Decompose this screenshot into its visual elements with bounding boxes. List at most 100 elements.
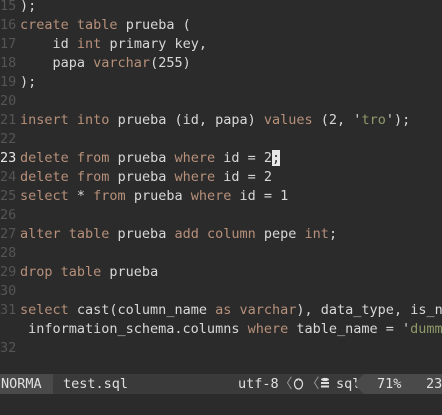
code-token: table (68, 226, 110, 242)
code-token: ), data_type, is_nullable (296, 302, 442, 318)
cursor-line: 23 (426, 376, 442, 392)
code-text: create table prueba ( (20, 17, 191, 33)
line-number: 17 (0, 36, 17, 52)
code-token: pepe (255, 226, 305, 242)
line-number: 22 (0, 131, 17, 147)
code-token: as (215, 302, 232, 318)
code-token: papa (20, 55, 94, 71)
code-line[interactable]: 31 select cast(column_name as varchar), d… (0, 301, 442, 320)
code-token: prueba (109, 169, 175, 185)
code-token: prueba (125, 188, 191, 204)
code-text: drop table prueba (20, 264, 158, 280)
code-token: select (20, 188, 69, 204)
code-line[interactable]: 29 drop table prueba (0, 263, 442, 282)
code-token: where (174, 150, 216, 166)
code-token: ); (20, 0, 37, 14)
line-number: 26 (0, 207, 17, 223)
code-token: where (174, 169, 216, 185)
code-token: int (76, 36, 102, 52)
code-line[interactable]: 28 (0, 244, 442, 263)
code-line[interactable]: 15); (0, 0, 442, 16)
code-text: delete from prueba where id = 2; (20, 150, 281, 166)
file-name: test.sql (63, 376, 129, 392)
code-line[interactable]: 27 alter table prueba add column pepe int… (0, 225, 442, 244)
code-token: ; (328, 226, 338, 242)
code-line[interactable]: 26 (0, 206, 442, 225)
separator-chevron-2: 〈 (306, 376, 320, 392)
code-line[interactable]: 18 papa varchar(255) (0, 54, 442, 73)
scroll-percent: 71% (377, 376, 402, 392)
code-text: information_schema.columns where table_n… (20, 321, 442, 337)
line-number: 30 (0, 283, 17, 299)
code-token: prueba (101, 264, 159, 280)
code-token: from (76, 150, 110, 166)
code-token: prueba ( (117, 17, 191, 33)
code-token: ); (20, 74, 37, 90)
code-token: column (206, 226, 256, 242)
line-number: 19 (0, 74, 17, 90)
code-line[interactable]: 32 (0, 339, 442, 358)
code-text: insert into prueba (id, papa) values (2,… (20, 112, 410, 128)
code-token: * (68, 188, 94, 204)
code-line[interactable]: 19); (0, 73, 442, 92)
code-token: values (263, 112, 313, 128)
code-token: dummies (410, 321, 442, 337)
separator-chevron: 〈 (279, 376, 293, 392)
file-encoding: utf-8 (238, 376, 279, 392)
code-token: where (190, 188, 232, 204)
code-line[interactable]: 21 insert into prueba (id, papa) values (… (0, 111, 442, 130)
line-number: 24 (0, 169, 17, 185)
code-editor[interactable]: 15); 16 create table prueba (17 id int pri… (0, 0, 442, 368)
code-token: prueba (109, 226, 175, 242)
code-token: id = 2 (215, 169, 273, 185)
code-text: ); (20, 74, 36, 90)
code-line[interactable]: 25 select * from prueba where id = 1 (0, 187, 442, 206)
code-token: select (20, 302, 69, 318)
code-text: papa varchar(255) (20, 55, 191, 71)
line-number: 31 (0, 302, 17, 318)
code-line[interactable]: 30 (0, 282, 442, 301)
code-token: tro (361, 112, 386, 128)
line-number: 21 (0, 112, 17, 128)
line-number: 29 (0, 264, 17, 280)
code-token: alter (20, 226, 61, 242)
code-token: table (60, 264, 102, 280)
code-line[interactable]: 22 (0, 130, 442, 149)
code-token: id (20, 36, 77, 52)
powerline-arrow-left (354, 374, 364, 394)
code-line[interactable]: information_schema.columns where table_n… (0, 320, 442, 339)
code-token: , (198, 36, 207, 52)
code-token: varchar (93, 55, 151, 71)
code-text: id int primary key, (20, 36, 207, 52)
line-number: 28 (0, 245, 17, 261)
code-token: '); (385, 112, 411, 128)
line-number: 16 (0, 17, 17, 33)
code-token: id = 2 (215, 150, 273, 166)
code-line[interactable]: 24 delete from prueba where id = 2 (0, 168, 442, 187)
line-number: 23 (0, 150, 17, 166)
code-token: create (20, 17, 69, 33)
code-token: prueba (109, 150, 175, 166)
line-number: 25 (0, 188, 17, 204)
code-text: ); (20, 0, 36, 14)
status-line: NORMAL test.sql utf-8 〈 〈 sql 71% 23 (0, 374, 442, 394)
code-token: (255) (150, 55, 191, 71)
line-number: 20 (0, 93, 17, 109)
code-token: drop (20, 264, 53, 280)
code-token: table (76, 17, 118, 33)
code-token: (2, ' (312, 112, 362, 128)
code-token: information_schema.columns (20, 321, 248, 337)
code-line[interactable]: 16 create table prueba ( (0, 16, 442, 35)
code-line[interactable]: 17 id int primary key, (0, 35, 442, 54)
line-number: 27 (0, 226, 17, 242)
code-line[interactable]: 23 delete from prueba where id = 2; (0, 149, 442, 168)
code-line[interactable]: 20 (0, 92, 442, 111)
code-text: select cast(column_name as varchar), dat… (20, 302, 442, 318)
code-token: into (76, 112, 110, 128)
code-token: insert (20, 112, 69, 128)
line-number: 15 (0, 0, 17, 14)
code-token: delete (20, 150, 69, 166)
